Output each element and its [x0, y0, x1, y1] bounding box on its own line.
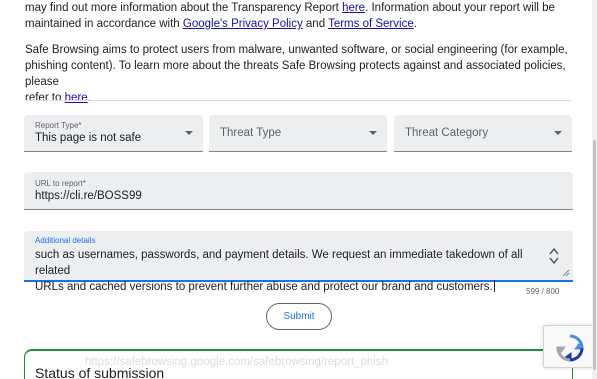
status-panel: https://safebrowsing.google.com/safebrow…	[24, 349, 573, 379]
safe-browsing-text: refer to	[25, 92, 65, 104]
threat-type-placeholder: Threat Type	[220, 127, 282, 139]
submit-button[interactable]: Submit	[266, 303, 332, 330]
transparency-here-link[interactable]: here	[342, 2, 365, 14]
details-line: URLs and cached versions to prevent furt…	[35, 281, 493, 293]
caret-down-icon	[554, 131, 562, 135]
intro-text: may find out more information about the …	[25, 2, 343, 14]
privacy-policy-link[interactable]: Google's Privacy Policy	[183, 18, 303, 30]
safe-browsing-here-link[interactable]: here	[65, 92, 88, 104]
threat-type-select[interactable]: Threat Type	[209, 115, 387, 152]
intro-text: .	[413, 18, 417, 30]
safe-browsing-paragraph: Safe Browsing aims to protect users from…	[25, 42, 585, 106]
page-scrollbar-thumb[interactable]	[593, 140, 596, 370]
terms-of-service-link[interactable]: Terms of Service	[328, 18, 414, 30]
resize-grip-icon[interactable]	[562, 269, 570, 277]
safe-browsing-text: .	[87, 92, 91, 104]
url-value[interactable]: https://cli.re/BOSS99	[35, 190, 142, 202]
report-card: may find out more information about the …	[12, 0, 585, 379]
report-type-value: This page is not safe	[35, 132, 142, 144]
url-to-report-field[interactable]: URL to report* https://cli.re/BOSS99	[24, 172, 573, 210]
additional-details-textarea[interactable]: Additional details such as usernames, pa…	[24, 231, 573, 293]
safe-browsing-text: Safe Browsing aims to protect users from…	[25, 44, 568, 56]
scroll-spinner-icon[interactable]	[549, 247, 559, 265]
caret-down-icon	[185, 131, 193, 135]
url-label: URL to report*	[35, 179, 86, 188]
section-divider	[25, 100, 572, 101]
intro-text: maintained in accordance with	[25, 18, 183, 30]
status-heading: Status of submission	[35, 365, 165, 379]
character-counter: 599 / 800	[526, 287, 560, 296]
additional-details-label: Additional details	[35, 236, 96, 245]
threat-category-placeholder: Threat Category	[405, 127, 489, 139]
safe-browsing-text: phishing content). To learn more about t…	[25, 60, 566, 88]
details-line: such as usernames, passwords, and paymen…	[35, 249, 523, 277]
intro-text: and	[302, 18, 329, 30]
intro-text: . Information about your report will be	[365, 2, 555, 14]
caret-down-icon	[369, 131, 377, 135]
report-type-label: Report Type*	[35, 121, 82, 130]
recaptcha-icon	[556, 334, 584, 362]
threat-category-select[interactable]: Threat Category	[394, 115, 572, 152]
transparency-paragraph: may find out more information about the …	[25, 0, 555, 32]
recaptcha-badge[interactable]	[543, 325, 597, 368]
text-cursor	[493, 280, 495, 292]
additional-details-value[interactable]: such as usernames, passwords, and paymen…	[35, 247, 540, 295]
report-type-select[interactable]: Report Type* This page is not safe	[24, 115, 203, 152]
